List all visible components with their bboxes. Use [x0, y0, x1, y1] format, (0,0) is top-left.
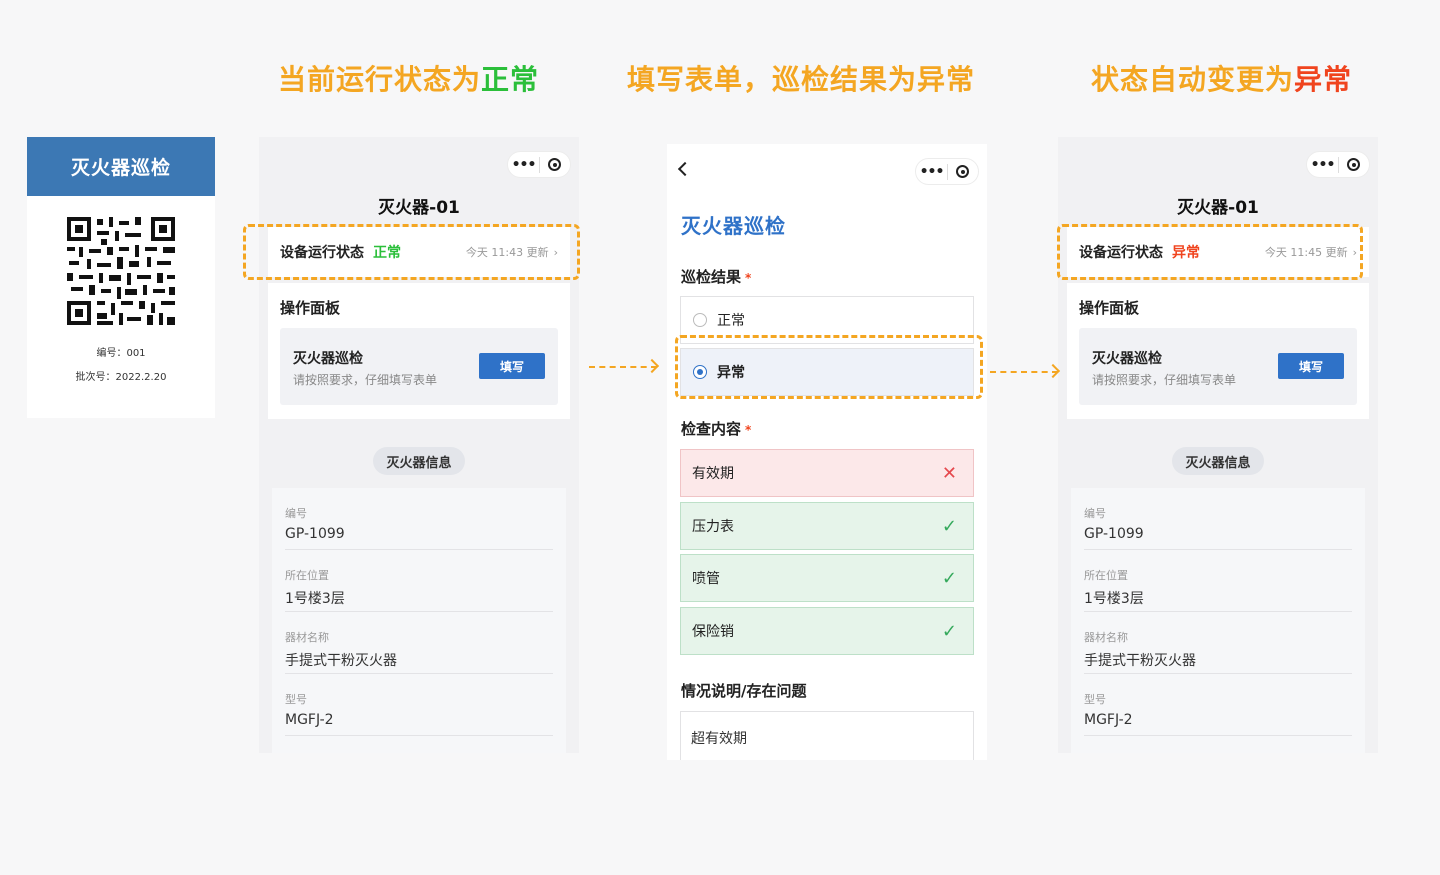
- qr-batch: 批次号：2022.2.20: [75, 372, 167, 383]
- caption-step-1: 当前运行状态为正常: [278, 58, 539, 98]
- capsule-menu[interactable]: •••: [507, 151, 571, 178]
- capsule-menu[interactable]: •••: [1306, 151, 1370, 178]
- check-icon: ✓: [941, 515, 957, 537]
- check-item-name: 喷管: [692, 571, 720, 587]
- target-ring-icon: [548, 158, 562, 171]
- panel-title: 操作面板: [280, 299, 341, 317]
- close-target-button[interactable]: [948, 165, 978, 178]
- more-dots-icon[interactable]: •••: [1307, 158, 1338, 172]
- operation-panel: 操作面板 灭火器巡检 请按照要求，仔细填写表单 填写: [1067, 283, 1369, 419]
- back-arrow-icon[interactable]: [677, 161, 693, 177]
- required-mark: *: [745, 423, 752, 437]
- check-item-expiry[interactable]: 有效期 ✕: [680, 449, 974, 497]
- check-icon: ✓: [941, 620, 957, 642]
- check-label: 检查内容 *: [681, 418, 751, 439]
- info-card: 编号 GP-1099 所在位置 1号楼3层 器材名称手提式干粉灭火器 型号 MGFJ-…: [1071, 488, 1365, 753]
- info-key: 所在位置: [285, 569, 329, 582]
- info-badge: 灭火器信息: [373, 447, 465, 475]
- info-key: 型号: [1084, 693, 1106, 706]
- qr-code-icon: [67, 217, 175, 325]
- info-key: 编号: [285, 507, 307, 520]
- capsule-menu[interactable]: •••: [915, 158, 979, 185]
- result-label-text: 巡检结果: [681, 268, 742, 286]
- arrow-head-icon: [1045, 363, 1061, 379]
- info-item: 型号 MGFJ-2: [1084, 674, 1352, 736]
- qr-number: 编号：001: [96, 348, 146, 359]
- more-dots-icon[interactable]: •••: [916, 165, 947, 179]
- info-key: 器材名称: [285, 631, 329, 644]
- page-title: 灭火器-01: [378, 198, 460, 218]
- info-value: MGFJ-2: [285, 712, 334, 728]
- check-item-nozzle[interactable]: 喷管 ✓: [680, 554, 974, 602]
- check-item-name: 压力表: [692, 519, 734, 535]
- highlight-status-before: [243, 224, 580, 280]
- info-card: 编号 GP-1099 所在位置 1号楼3层 器材名称手提式干粉灭火器 型号 MGFJ-…: [272, 488, 566, 753]
- task-desc: 请按照要求，仔细填写表单: [293, 373, 438, 387]
- flow-arrow-1: [589, 358, 661, 374]
- task-card: 灭火器巡检 请按照要求，仔细填写表单 填写: [1079, 328, 1357, 405]
- flow-arrow-2: [990, 363, 1062, 379]
- caption-step-2: 填写表单，巡检结果为异常: [627, 63, 976, 96]
- info-item: 器材名称手提式干粉灭火器: [285, 612, 553, 674]
- info-value: MGFJ-2: [1084, 712, 1133, 728]
- info-value: 1号楼3层: [1084, 591, 1144, 607]
- info-value: 1号楼3层: [285, 591, 345, 607]
- highlight-status-after: [1057, 224, 1363, 280]
- arrow-head-icon: [644, 358, 660, 374]
- info-key: 型号: [285, 693, 307, 706]
- task-desc: 请按照要求，仔细填写表单: [1092, 373, 1237, 387]
- phone-form: ••• 灭火器巡检 巡检结果 * 正常 异常 检查内容 * 有效期 ✕ 压力表 ✓ …: [667, 144, 987, 760]
- info-value: 手提式干粉灭火器: [285, 653, 397, 669]
- result-label: 巡检结果 *: [681, 266, 751, 287]
- caption-step-3-status: 异常: [1294, 63, 1353, 96]
- info-key: 所在位置: [1084, 569, 1128, 582]
- highlight-abnormal-option: [675, 335, 983, 399]
- caption-step-3-prefix: 状态自动变更为: [1091, 63, 1295, 96]
- note-textarea[interactable]: 超有效期: [680, 711, 974, 760]
- check-item-name: 保险销: [692, 624, 734, 640]
- target-ring-icon: [956, 165, 970, 178]
- panel-title: 操作面板: [1079, 299, 1140, 317]
- info-item: 所在位置 1号楼3层: [1084, 550, 1352, 612]
- task-card: 灭火器巡检 请按照要求，仔细填写表单 填写: [280, 328, 558, 405]
- page-title: 灭火器-01: [1177, 198, 1259, 218]
- info-value: GP-1099: [1084, 526, 1144, 542]
- info-item: 编号 GP-1099: [285, 488, 553, 550]
- info-item: 所在位置 1号楼3层: [285, 550, 553, 612]
- caption-step-1-status: 正常: [481, 63, 540, 96]
- check-label-text: 检查内容: [681, 420, 742, 438]
- check-item-gauge[interactable]: 压力表 ✓: [680, 502, 974, 550]
- check-item-pin[interactable]: 保险销 ✓: [680, 607, 974, 655]
- close-target-button[interactable]: [1339, 158, 1369, 171]
- operation-panel: 操作面板 灭火器巡检 请按照要求，仔细填写表单 填写: [268, 283, 570, 419]
- task-name: 灭火器巡检: [293, 351, 363, 367]
- caption-step-3: 状态自动变更为异常: [1091, 58, 1352, 98]
- radio-empty-icon: [693, 313, 707, 327]
- info-item: 器材名称手提式干粉灭火器: [1084, 612, 1352, 674]
- fill-button[interactable]: 填写: [1278, 353, 1344, 379]
- info-value: GP-1099: [285, 526, 345, 542]
- close-target-button[interactable]: [540, 158, 570, 171]
- qr-card-title: 灭火器巡检: [27, 137, 215, 196]
- target-ring-icon: [1347, 158, 1361, 171]
- qr-label-card: 灭火器巡检 编号：001 批次号：2022.2.20: [27, 137, 215, 418]
- fill-button[interactable]: 填写: [479, 353, 545, 379]
- task-name: 灭火器巡检: [1092, 351, 1162, 367]
- check-icon: ✓: [941, 567, 957, 589]
- cross-icon: ✕: [941, 462, 957, 484]
- info-item: 编号 GP-1099: [1084, 488, 1352, 550]
- info-key: 编号: [1084, 507, 1106, 520]
- info-key: 器材名称: [1084, 631, 1128, 644]
- option-label: 正常: [717, 313, 745, 329]
- note-label: 情况说明/存在问题: [681, 682, 807, 700]
- more-dots-icon[interactable]: •••: [508, 158, 539, 172]
- info-item: 型号 MGFJ-2: [285, 674, 553, 736]
- caption-step-1-prefix: 当前运行状态为: [278, 63, 482, 96]
- check-item-name: 有效期: [692, 466, 734, 482]
- info-badge: 灭火器信息: [1172, 447, 1264, 475]
- info-value: 手提式干粉灭火器: [1084, 653, 1196, 669]
- form-title: 灭火器巡检: [681, 214, 786, 238]
- required-mark: *: [745, 271, 752, 285]
